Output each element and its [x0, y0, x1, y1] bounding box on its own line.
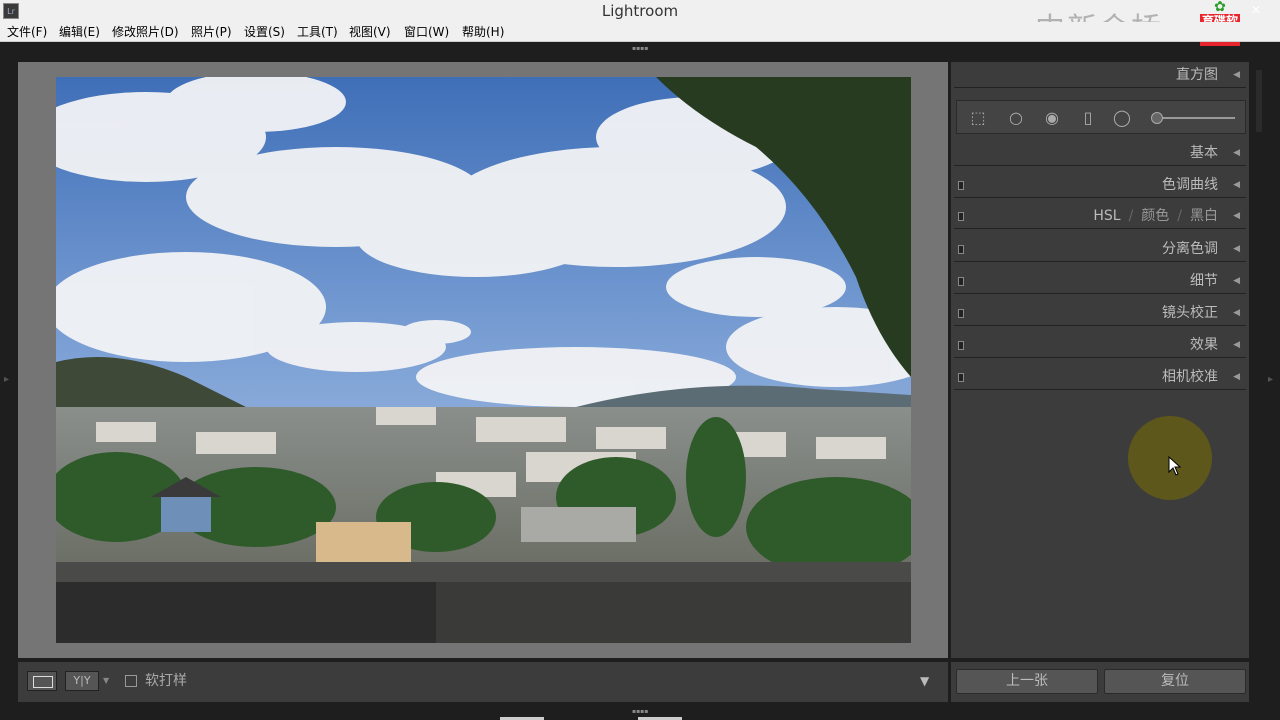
panel-toggle-switch[interactable] — [958, 212, 964, 221]
toolbar-menu-triangle-icon[interactable]: ▼ — [920, 674, 929, 688]
loupe-view-button[interactable] — [27, 671, 57, 691]
top-panel-toggle-icon[interactable]: ▪▪▪▪ — [632, 46, 648, 52]
panel-histogram-label: 直方图 — [1176, 67, 1218, 83]
panel-split-toning[interactable]: 分离色调 ◀ — [954, 236, 1246, 262]
panel-toggle-switch[interactable] — [958, 341, 964, 350]
panel-basic-label: 基本 — [1190, 145, 1218, 161]
triangle-left-icon: ◀ — [1233, 180, 1240, 190]
menu-view[interactable]: 视图(V) — [349, 24, 391, 40]
menu-develop[interactable]: 修改照片(D) — [112, 24, 179, 40]
triangle-left-icon: ◀ — [1233, 276, 1240, 286]
spot-removal-icon[interactable]: ○ — [1005, 109, 1027, 127]
panel-histogram[interactable]: 直方图 ◀ — [954, 62, 1246, 88]
mouse-pointer-icon — [1168, 456, 1182, 476]
panel-split-toning-label: 分离色调 — [1162, 241, 1218, 257]
chevron-down-icon[interactable]: ▼ — [103, 676, 109, 686]
menu-window[interactable]: 窗口(W) — [404, 24, 449, 40]
panel-toggle-switch[interactable] — [958, 181, 964, 190]
brush-slider-track[interactable] — [1157, 117, 1235, 119]
menu-file[interactable]: 文件(F) — [7, 24, 47, 40]
menu-edit[interactable]: 编辑(E) — [59, 24, 100, 40]
triangle-left-icon: ◀ — [1233, 340, 1240, 350]
panel-tone-curve[interactable]: 色调曲线 ◀ — [954, 172, 1246, 198]
tab-color[interactable]: 颜色 — [1141, 208, 1169, 224]
panel-tone-curve-label: 色调曲线 — [1162, 177, 1218, 193]
graduated-filter-icon[interactable]: ▯ — [1077, 109, 1099, 127]
panel-camera-calibration[interactable]: 相机校准 ◀ — [954, 364, 1246, 390]
close-icon[interactable]: ✕ — [1249, 2, 1263, 18]
triangle-left-icon: ◀ — [1233, 70, 1240, 80]
menu-photo[interactable]: 照片(P) — [191, 24, 232, 40]
panel-toggle-switch[interactable] — [958, 277, 964, 286]
panel-hsl-label: HSL / 颜色 / 黑白 — [1093, 208, 1218, 224]
reset-button[interactable]: 复位 — [1104, 669, 1246, 694]
left-panel-toggle-icon[interactable]: ▸ — [4, 374, 10, 386]
red-eye-icon[interactable]: ◉ — [1041, 109, 1063, 127]
photo-preview[interactable] — [56, 77, 911, 643]
triangle-left-icon: ◀ — [1233, 308, 1240, 318]
panel-toggle-switch[interactable] — [958, 373, 964, 382]
panel-toggle-switch[interactable] — [958, 245, 964, 254]
menu-bar: 文件(F) 编辑(E) 修改照片(D) 照片(P) 设置(S) 工具(T) 视图… — [0, 22, 1280, 42]
panel-detail[interactable]: 细节 ◀ — [954, 268, 1246, 294]
triangle-left-icon: ◀ — [1233, 372, 1240, 382]
right-panel-toggle-icon[interactable]: ▸ — [1268, 374, 1274, 386]
right-panel-scrollbar[interactable] — [1256, 70, 1262, 132]
panel-hsl[interactable]: HSL / 颜色 / 黑白 ◀ — [954, 203, 1246, 229]
develop-tool-strip: ⬚ ○ ◉ ▯ ◯ — [956, 100, 1246, 134]
panel-lens-label: 镜头校正 — [1162, 305, 1218, 321]
triangle-left-icon: ◀ — [1233, 211, 1240, 221]
panel-effects-label: 效果 — [1190, 337, 1218, 353]
triangle-left-icon: ◀ — [1233, 244, 1240, 254]
panel-toggle-switch[interactable] — [958, 309, 964, 318]
previous-button[interactable]: 上一张 — [956, 669, 1098, 694]
tab-bw[interactable]: 黑白 — [1190, 208, 1218, 224]
menu-help[interactable]: 帮助(H) — [462, 24, 504, 40]
bottom-panel-toggle-icon[interactable]: ▪▪▪▪ — [632, 709, 648, 715]
before-after-button[interactable]: Y|Y — [65, 671, 99, 691]
menu-tools[interactable]: 工具(T) — [297, 24, 338, 40]
panel-basic[interactable]: 基本 ◀ — [954, 140, 1246, 166]
panel-lens-corrections[interactable]: 镜头校正 ◀ — [954, 300, 1246, 326]
panel-detail-label: 细节 — [1190, 273, 1218, 289]
leaf-icon: ✿ — [1214, 0, 1226, 15]
soft-proof-label: 软打样 — [145, 673, 187, 689]
adjustment-brush-icon[interactable] — [1151, 112, 1163, 124]
panel-effects[interactable]: 效果 ◀ — [954, 332, 1246, 358]
crop-overlay-icon[interactable]: ⬚ — [967, 109, 989, 127]
triangle-left-icon: ◀ — [1233, 148, 1240, 158]
panel-camera-calibration-label: 相机校准 — [1162, 369, 1218, 385]
soft-proof-checkbox[interactable] — [125, 675, 137, 687]
radial-filter-icon[interactable]: ◯ — [1111, 109, 1133, 127]
menu-settings[interactable]: 设置(S) — [244, 24, 285, 40]
tab-hsl[interactable]: HSL — [1093, 208, 1120, 224]
